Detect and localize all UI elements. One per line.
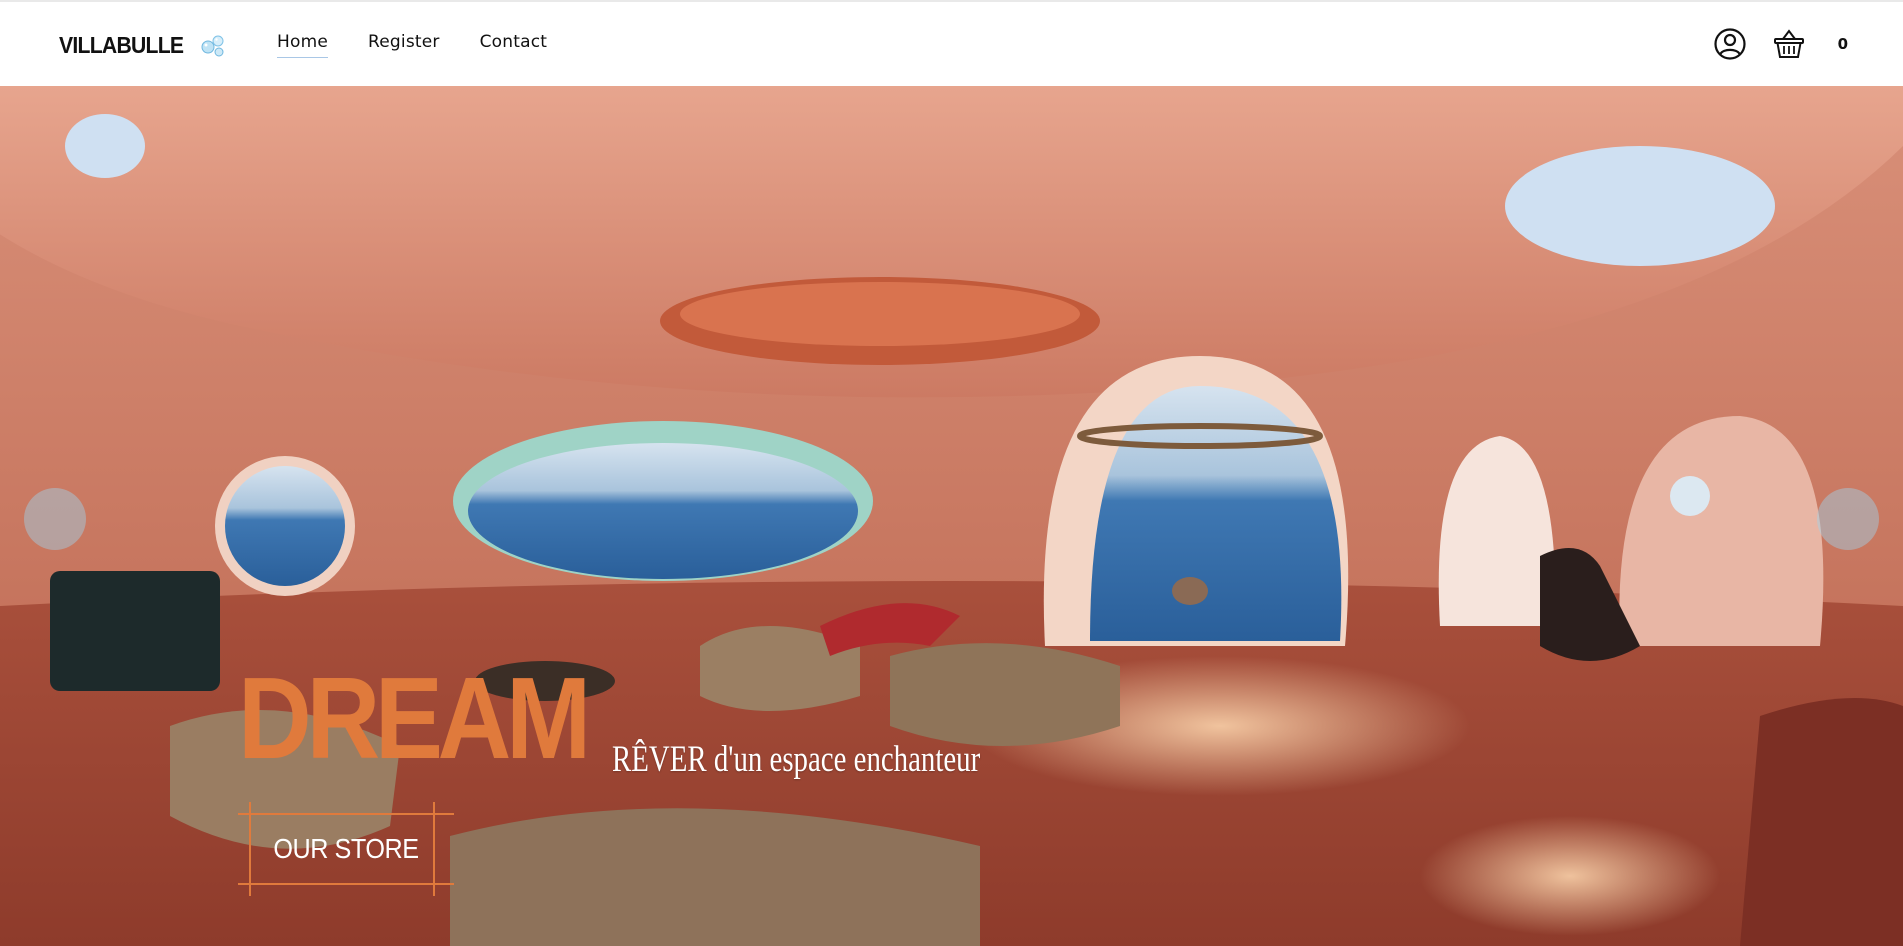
our-store-label: OUR STORE xyxy=(273,833,419,864)
hero-title: DREAM xyxy=(238,653,591,783)
basket-icon[interactable] xyxy=(1772,27,1806,61)
nav-contact[interactable]: Contact xyxy=(480,32,548,58)
cart-count: 0 xyxy=(1837,35,1848,53)
nav-home[interactable]: Home xyxy=(277,32,329,58)
site-header: VILLABULLE Home Register Contact 0 xyxy=(0,0,1903,86)
nav-register[interactable]: Register xyxy=(368,32,440,58)
carousel-prev-icon[interactable] xyxy=(24,488,86,550)
bubbles-icon xyxy=(201,35,224,57)
hero-slider: DREAM RÊVER d'un espace enchanteur OUR S… xyxy=(0,86,1903,946)
carousel-next-icon[interactable] xyxy=(1817,488,1879,550)
our-store-button[interactable]: OUR STORE xyxy=(238,802,454,896)
header-actions: 0 xyxy=(1713,27,1848,61)
hero-subtitle: RÊVER d'un espace enchanteur xyxy=(612,739,981,780)
user-circle-icon[interactable] xyxy=(1713,27,1747,61)
brand-logo-link[interactable]: VILLABULLE xyxy=(59,30,228,60)
main-nav: Home Register Contact xyxy=(277,32,547,58)
brand-name: VILLABULLE xyxy=(59,31,184,58)
